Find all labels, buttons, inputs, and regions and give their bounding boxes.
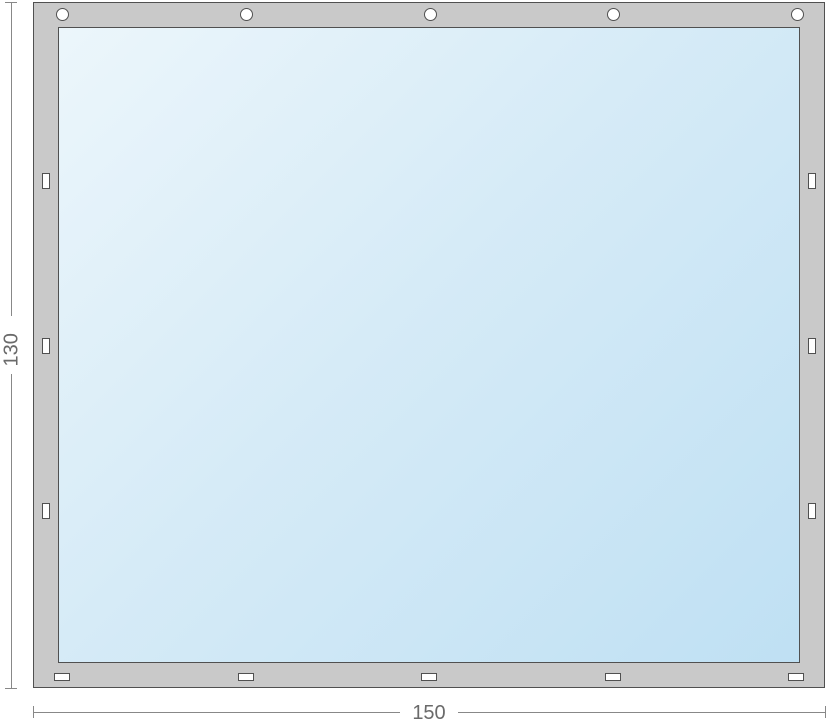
slot-right-2 (808, 338, 816, 354)
slot-bottom-2 (238, 673, 254, 681)
slot-left-1 (42, 173, 50, 189)
grommet-top-3 (424, 8, 437, 21)
dim-width-tick-right (825, 706, 826, 718)
slot-left-2 (42, 338, 50, 354)
slot-bottom-1 (54, 673, 70, 681)
dim-height-label: 130 (1, 327, 24, 367)
slot-bottom-3 (421, 673, 437, 681)
dim-height-line-bottom (11, 374, 12, 688)
dim-width-line-right (458, 712, 825, 713)
tarp-frame (33, 2, 825, 688)
grommet-top-1 (56, 8, 69, 21)
dim-width-label: 150 (400, 702, 458, 725)
diagram-stage: 150 130 (0, 0, 827, 723)
dim-height-tick-bottom (5, 688, 17, 689)
grommet-top-4 (607, 8, 620, 21)
tarp-pane (58, 27, 800, 663)
dim-width-line-left (33, 712, 400, 713)
slot-bottom-4 (605, 673, 621, 681)
grommet-top-2 (240, 8, 253, 21)
dim-height-line-top (11, 2, 12, 316)
grommet-top-5 (791, 8, 804, 21)
slot-left-3 (42, 503, 50, 519)
slot-right-1 (808, 173, 816, 189)
slot-right-3 (808, 503, 816, 519)
slot-bottom-5 (788, 673, 804, 681)
